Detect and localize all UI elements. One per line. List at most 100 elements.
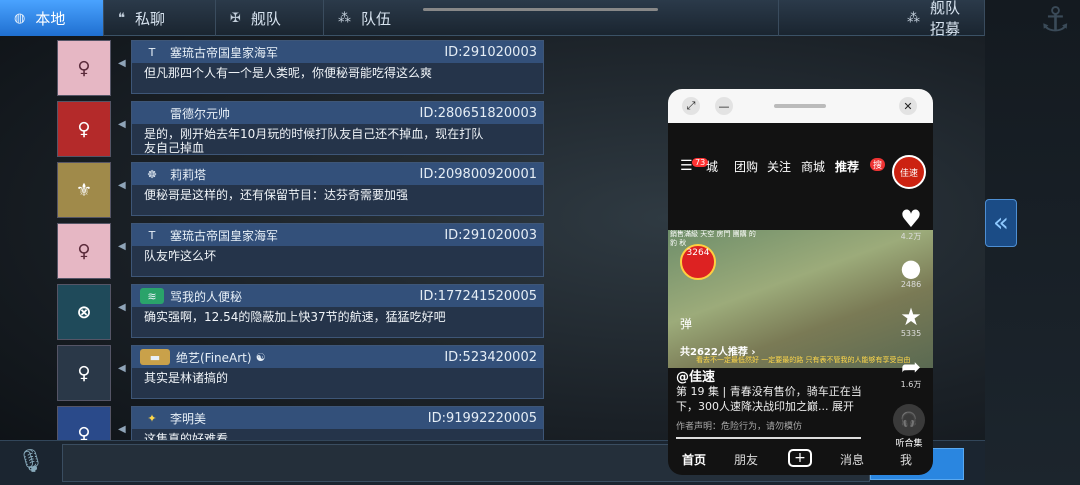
heart-icon: ♥ [900,205,922,233]
sender-name[interactable]: 莉莉塔 [170,166,206,183]
chat-message: ♀ ◀ ✦ 李明美 ID:91992220005 这集真的好难看 [0,402,560,440]
drag-handle[interactable] [423,8,658,11]
sender-name[interactable]: 李明美 [170,410,206,427]
video-description[interactable]: 第 19 集 | 青春没有售价，骑车正在当下，300人速降决战印加之巅... 展… [676,384,866,414]
create-button[interactable]: + [788,449,812,467]
sender-name[interactable]: 塞琉古帝国皇家海军 [170,227,278,244]
sender-name[interactable]: 骂我的人便秘 [170,288,242,305]
tab-fleet-recruit[interactable]: ⁂ 舰队招募 [779,0,985,38]
sender-id: ID:523420002 [444,349,537,365]
video-player[interactable]: 銷售滿級 天空 房門 團購 的 豹 秋 3264 弹 共2622人推荐 › 看去… [668,230,933,368]
nav-recommend[interactable]: 推荐 [835,158,859,175]
avatar[interactable]: ⚜ [57,162,111,218]
message-text: 其实是林诸搞的 [144,371,229,385]
nav-mall[interactable]: 商城 [801,158,825,175]
chat-message: ♀ ◀ T 塞琉古帝国皇家海军 ID:291020003 队友咋这么坏 [0,219,560,279]
bubble-pointer: ◀ [118,58,126,69]
player-emblem-icon: ✦ [140,410,164,426]
menu-icon[interactable]: ☰ [680,158,693,174]
window-drag-handle[interactable] [774,104,826,108]
nav-city[interactable]: 城 [706,158,718,175]
chat-message: ♀ ◀ T 塞琉古帝国皇家海军 ID:291020003 但凡那四个人有一个是人类呢… [0,36,560,96]
message-bubble: 雷德尔元帅 ID:280651820003 是的，刚开始去年10月玩的时候打队友自… [131,101,544,155]
bubble-pointer: ◀ [118,119,126,130]
floating-video-window: ⤢ — ✕ ☰ 73 城 团购 关注 商城 推荐 搜 佳速 銷售滿級 天空 房門… [668,89,933,475]
bubble-pointer: ◀ [118,180,126,191]
message-bubble: ✦ 李明美 ID:91992220005 这集真的好难看 [131,406,544,440]
player-emblem-icon: ≋ [140,288,164,304]
star-icon: ★ [900,303,922,331]
listen-collection-button[interactable]: 🎧 听合集 [892,404,926,449]
double-chevron-left-icon: « [993,208,1009,238]
nav-group-buy[interactable]: 团购 [734,158,758,175]
avatar[interactable]: ♀ [57,40,111,96]
avatar[interactable]: ♀ [57,406,111,440]
chat-message: ♀ ◀ 雷德尔元帅 ID:280651820003 是的，刚开始去年10月玩的时候… [0,97,560,157]
expand-panel-button[interactable]: « [985,199,1017,247]
tab-private-chat[interactable]: ❝ 私聊 [104,0,216,36]
sender-id: ID:209800920001 [419,166,537,182]
video-overlay-text: 銷售滿級 天空 房門 團購 的 豹 秋 [670,230,756,247]
bubble-pointer: ◀ [118,363,126,374]
tab-local[interactable]: ◍ 本地 [0,0,104,36]
share-icon: ➦ [900,353,922,381]
like-button[interactable]: ♥ 4.2万 [896,207,926,242]
comment-button[interactable]: ● 2486 [896,256,926,289]
message-bubble: ≋ 骂我的人便秘 ID:177241520005 确实强啊，12.54的隐蔽加上快3… [131,284,544,338]
bubble-pointer: ◀ [118,302,126,313]
message-bubble: T 塞琉古帝国皇家海军 ID:291020003 但凡那四个人有一个是人类呢，你便秘… [131,40,544,94]
author-avatar[interactable]: 佳速 [892,155,926,189]
fleet-emblem-icon: ✠ [230,10,241,26]
tab-friends[interactable]: 朋友 [734,451,758,468]
chat-message: ⚜ ◀ ☸ 莉莉塔 ID:209800920001 便秘哥是这样的，还有保留节目：达… [0,158,560,218]
globe-icon: ◍ [14,10,26,26]
avatar[interactable]: ⊗ [57,284,111,340]
tab-home[interactable]: 首页 [682,451,706,468]
microphone-icon[interactable]: 🎙 [17,449,45,474]
recruit-icon: ⁂ [907,10,920,26]
sender-name[interactable]: 塞琉古帝国皇家海军 [170,44,278,61]
resize-icon[interactable]: ⤢ [682,97,700,115]
tab-messages[interactable]: 消息 [840,451,864,468]
player-emblem-icon: ▬ [140,349,170,365]
tab-fleet[interactable]: ✠ 舰队 [216,0,324,36]
close-icon[interactable]: ✕ [899,97,917,115]
headphones-icon: 🎧 [893,404,925,436]
chat-message: ⊗ ◀ ≋ 骂我的人便秘 ID:177241520005 确实强啊，12.54的隐蔽… [0,280,560,340]
nav-follow[interactable]: 关注 [767,158,791,175]
danmaku-toggle[interactable]: 弹 [680,315,692,332]
sender-id: ID:177241520005 [419,288,537,304]
avatar[interactable]: ♀ [57,345,111,401]
message-bubble: ▬ 绝艺(FineArt) ☯ ID:523420002 其实是林诸搞的 [131,345,544,399]
avatar[interactable]: ♀ [57,101,111,157]
message-text: 是的，刚开始去年10月玩的时候打队友自己还不掉血，现在打队友自己掉血 [144,127,484,155]
bubble-pointer: ◀ [118,241,126,252]
sender-id: ID:291020003 [444,44,537,60]
sender-id: ID:91992220005 [427,410,537,426]
tab-me[interactable]: 我 [900,451,912,468]
tab-team[interactable]: ⁂ 队伍 [324,0,779,36]
message-text: 确实强啊，12.54的隐蔽加上快37节的航速，猛猛吃好吧 [144,310,446,324]
sender-id: ID:291020003 [444,227,537,243]
window-header: ⤢ — ✕ [668,89,933,123]
favorite-button[interactable]: ★ 5335 [896,305,926,338]
sender-name[interactable]: 绝艺(FineArt) [176,349,252,366]
sender-name[interactable]: 雷德尔元帅 [170,105,230,122]
hot-search-icon[interactable]: 搜 [870,158,886,171]
author-name[interactable]: @佳速 [676,366,715,385]
video-progress-bar[interactable] [676,437,861,439]
author-notice: 作者声明：危险行为，请勿模仿 [676,422,803,432]
red-packet-badge[interactable]: 3264 [680,244,716,280]
yin-yang-icon: ☯ [255,350,266,364]
video-subtitle: 看去不一定最低然好 一定要最的路 只有表不管我的人能够有享受自由 [696,356,911,364]
minimize-icon[interactable]: — [715,97,733,115]
chat-message-list[interactable]: ♀ ◀ T 塞琉古帝国皇家海军 ID:291020003 但凡那四个人有一个是人类呢… [0,36,660,440]
player-emblem-icon [140,105,164,121]
ship-wheel-icon: ☸ [140,166,164,182]
avatar[interactable]: ♀ [57,223,111,279]
bottom-tab-bar: 首页 朋友 + 消息 我 [668,449,933,475]
comment-icon: ● [900,254,922,282]
channel-tabs: ◍ 本地 ❝ 私聊 ✠ 舰队 ⁂ 队伍 ⁂ 舰队招募 [0,0,985,38]
bubble-pointer: ◀ [118,424,126,435]
share-button[interactable]: ➦ 1.6万 [896,355,926,390]
